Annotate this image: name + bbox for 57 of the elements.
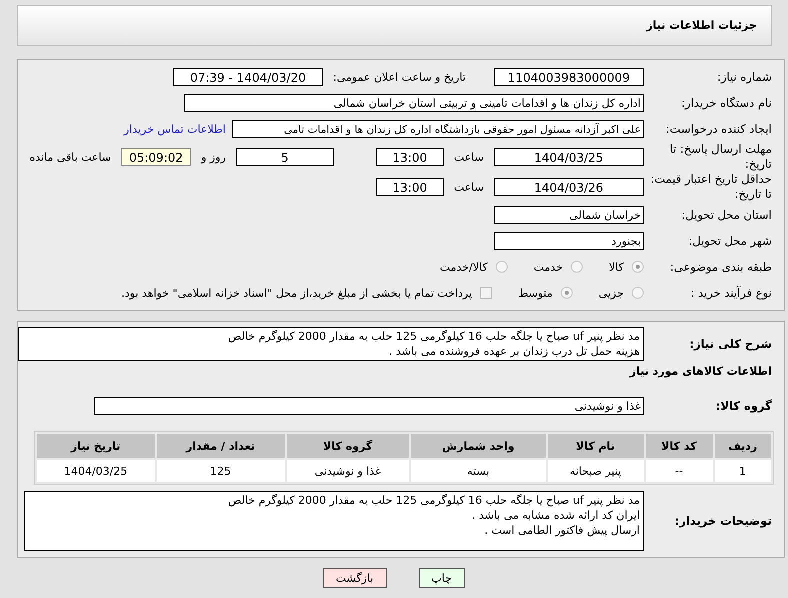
city-field: بجنورد [494,232,644,250]
field-label: شهر محل تحویل: [688,234,773,248]
page-title: جزئیات اطلاعات نیاز [646,19,757,32]
field-label: شماره نیاز: [716,70,773,84]
column-header: نام کالا [548,434,644,458]
field-label: گروه کالا: [715,398,773,414]
field-label: نوع فرآیند خرید : [690,286,773,300]
table-cell: 1404/03/25 [37,460,155,482]
time-field: 13:00 [376,178,444,196]
days-label: روز و [201,150,226,164]
province-field: خراسان شمالی [494,206,644,224]
radio-label: متوسط [518,286,553,300]
field-label: تاریخ و ساعت اعلان عمومی: [333,70,466,84]
field-label: شرح کلی نیاز: [688,336,773,352]
section-title: اطلاعات کالاهای مورد نیاز [628,364,773,380]
column-header: کد کالا [646,434,713,458]
days-field: 5 [236,148,334,166]
remaining-label: ساعت باقی مانده [30,150,112,164]
time-label: ساعت [454,180,484,194]
date-field: 1404/03/25 [494,148,644,166]
date-field: 1404/03/26 [494,178,644,196]
column-header: واحد شمارش [411,434,546,458]
field-label: مهلت ارسال پاسخ: تا تاریخ: [668,142,773,172]
field-label: ایجاد کننده درخواست: [665,122,773,136]
column-header: تاریخ نیاز [37,434,155,458]
description-textarea: مد نظر پنیر uf صباح یا جلگه حلب 16 کیلوگرمی 125 حلب به مقدار 2000 کیلوگرم خالص هزینه حمل تل درب زندان بر عهده فروشنده می باشد . [18,327,644,361]
radio-label: جزیی [598,286,624,300]
table-cell: بسته [411,460,546,482]
back-button[interactable]: بازگشت [322,568,387,588]
table-cell: 125 [156,460,285,482]
radio-label: خدمت [534,260,564,274]
field-label: طبقه بندی موضوعی: [669,260,773,274]
radio-label: کالا [609,260,624,274]
radio-label: کالا/خدمت [440,260,488,274]
print-button[interactable]: چاپ [418,568,466,588]
field-label: توضیحات خریدار: [674,514,773,528]
field-label: استان محل تحویل: [680,208,773,222]
requester-field: علی اکبر آزدانه مسئول امور حقوقی بازداشتگاه اداره کل زندان ها و اقدامات تامی [232,120,644,138]
table-cell: -- [646,460,713,482]
column-header: تعداد / مقدار [156,434,285,458]
table-cell: 1 [714,460,771,482]
buyer-org-field: اداره کل زندان ها و اقدامات تامینی و تربیتی استان خراسان شمالی [184,94,644,112]
time-label: ساعت [454,150,484,164]
column-header: ردیف [714,434,771,458]
checkbox-label: پرداخت تمام یا بخشی از مبلغ خرید،از محل "اسناد خزانه اسلامی" خواهد بود. [122,286,472,300]
field-label: حداقل تاریخ اعتبار قیمت: تا تاریخ: [650,172,773,202]
goods-group-field: غذا و نوشیدنی [94,397,644,415]
need-number-field: 1104003983000009 [494,68,644,86]
buyer-contact-link[interactable]: اطلاعات تماس خریدار [124,122,226,136]
time-field: 13:00 [376,148,444,166]
field-label: نام دستگاه خریدار: [680,96,773,110]
table-cell: غذا و نوشیدنی [286,460,410,482]
announce-date-field: 1404/03/20 - 07:39 [173,68,324,86]
remaining-time-field: 05:09:02 [121,148,192,166]
buyer-notes-textarea: مد نظر پنیر uf صباح یا جلگه حلب 16 کیلوگرمی 125 حلب به مقدار 2000 کیلوگرم خالص ایران کد ارائه شده مشابه می باشد . ارسال پیش فاکتور الطامی است . [24,491,644,551]
column-header: گروه کالا [286,434,410,458]
table-cell: پنیر صبحانه [548,460,644,482]
